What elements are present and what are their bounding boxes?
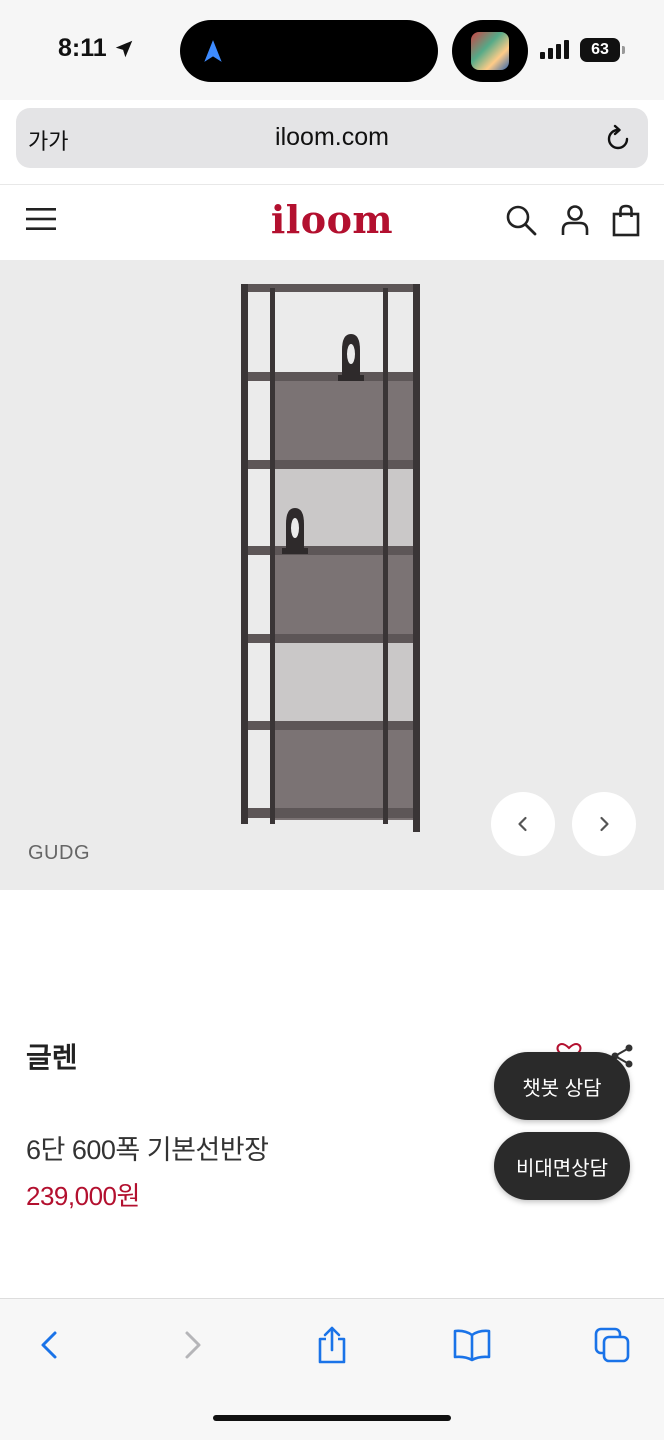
remote-consult-button[interactable]: 비대면상담 <box>494 1132 630 1200</box>
previous-image-button[interactable] <box>491 792 555 856</box>
next-image-button[interactable] <box>572 792 636 856</box>
address-bar[interactable]: 가가 iloom.com <box>16 108 648 168</box>
product-name: 글렌 <box>26 1042 78 1073</box>
home-indicator <box>213 1415 451 1421</box>
search-icon[interactable] <box>504 203 538 237</box>
product-image-gallery[interactable]: GUDG <box>0 260 664 890</box>
status-time-text: 8:11 <box>58 34 107 62</box>
chevron-right-icon <box>600 816 609 832</box>
forward-icon[interactable] <box>172 1325 212 1365</box>
browser-toolbar <box>0 1298 664 1440</box>
live-activity-thumbnail <box>471 32 509 70</box>
chevron-left-icon <box>518 816 527 832</box>
navigation-arrow-icon <box>204 40 222 62</box>
back-icon[interactable] <box>30 1325 70 1365</box>
user-icon[interactable] <box>558 203 592 237</box>
color-code-label: GUDG <box>28 842 90 864</box>
cellular-signal-icon <box>540 40 569 59</box>
dynamic-island <box>180 20 438 82</box>
tabs-icon[interactable] <box>592 1325 632 1365</box>
live-activity <box>452 20 528 82</box>
share-sheet-icon[interactable] <box>312 1325 352 1365</box>
bookmarks-icon[interactable] <box>452 1325 492 1365</box>
site-header: iloom <box>0 184 664 260</box>
location-arrow-icon <box>115 40 132 57</box>
url-text[interactable]: iloom.com <box>16 123 648 152</box>
battery-icon: 63 <box>580 38 625 62</box>
shopping-bag-icon[interactable] <box>609 203 643 237</box>
status-bar: 8:11 63 <box>0 0 664 100</box>
product-description: 6단 600폭 기본선반장 <box>26 1135 269 1165</box>
reload-icon[interactable] <box>602 122 634 154</box>
status-time: 8:11 <box>58 34 135 63</box>
product-price: 239,000원 <box>26 1181 140 1211</box>
product-image <box>241 284 420 832</box>
chatbot-consult-button[interactable]: 챗봇 상담 <box>494 1052 630 1120</box>
